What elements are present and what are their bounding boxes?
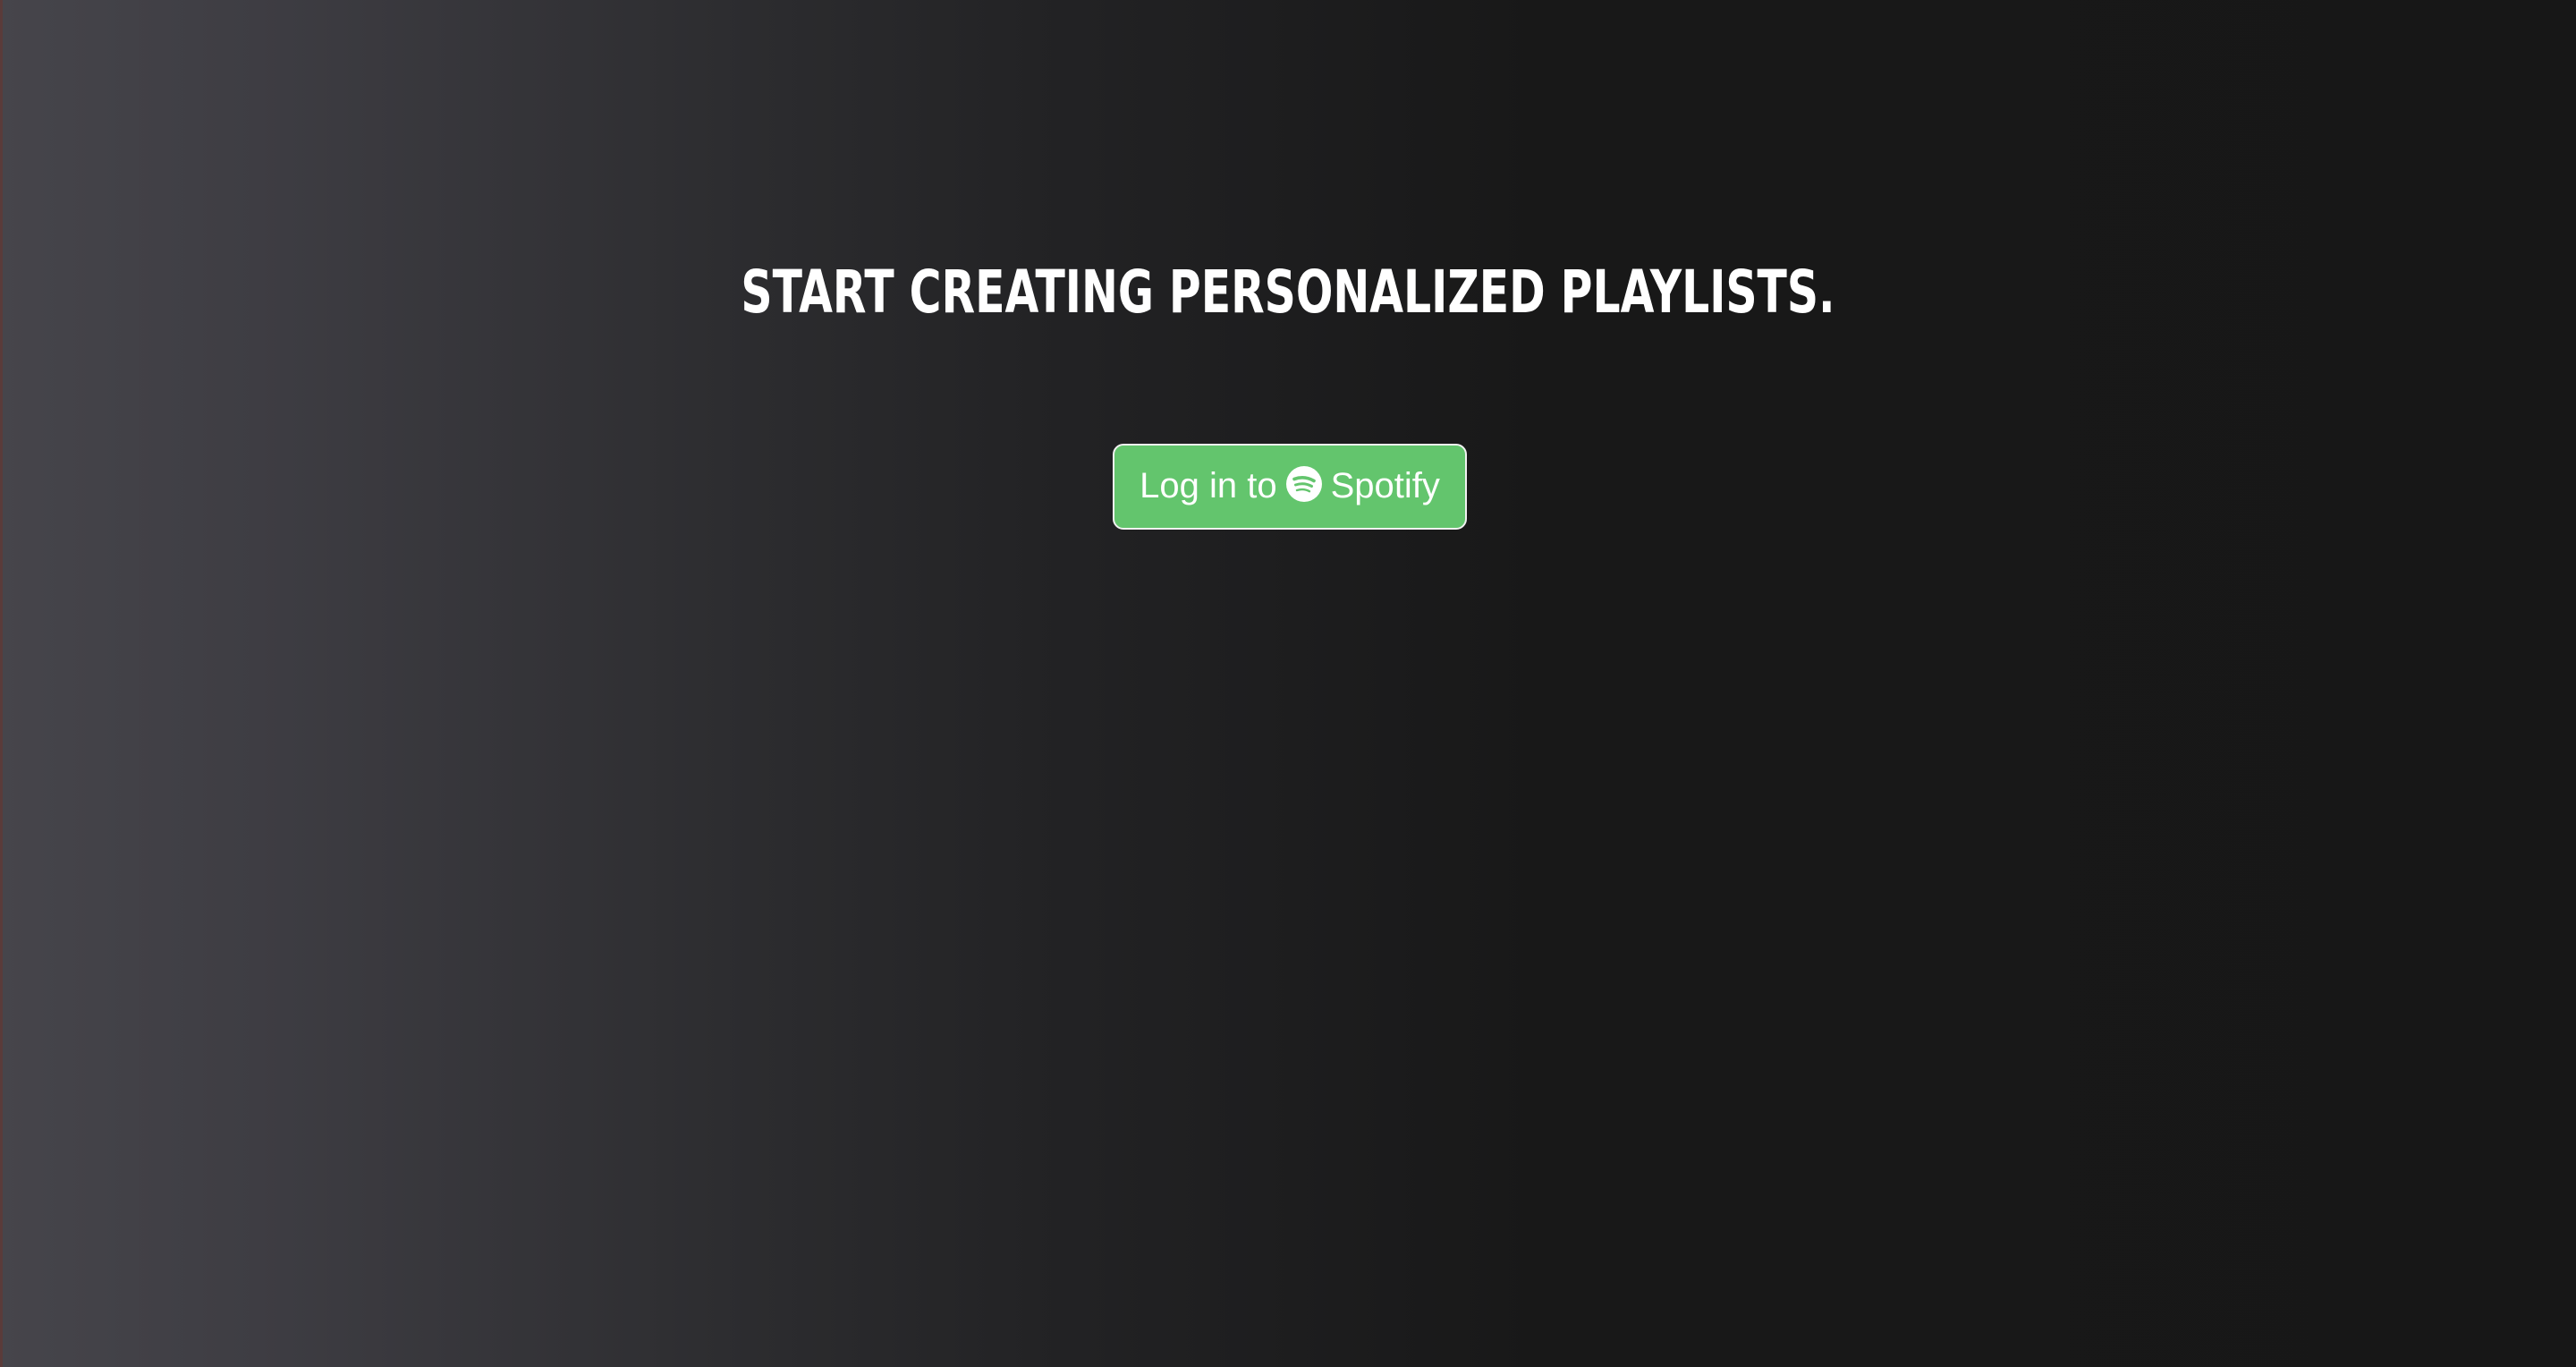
- login-button-prefix: Log in to: [1140, 465, 1277, 505]
- login-button-brand: Spotify: [1330, 465, 1440, 505]
- spotify-icon: [1285, 466, 1322, 502]
- page-headline: Start creating personalized playlists.: [741, 258, 1835, 327]
- landing-page: Start creating personalized playlists. L…: [0, 0, 2576, 1367]
- spotify-login-button[interactable]: Log in to Spotify: [1113, 444, 1467, 530]
